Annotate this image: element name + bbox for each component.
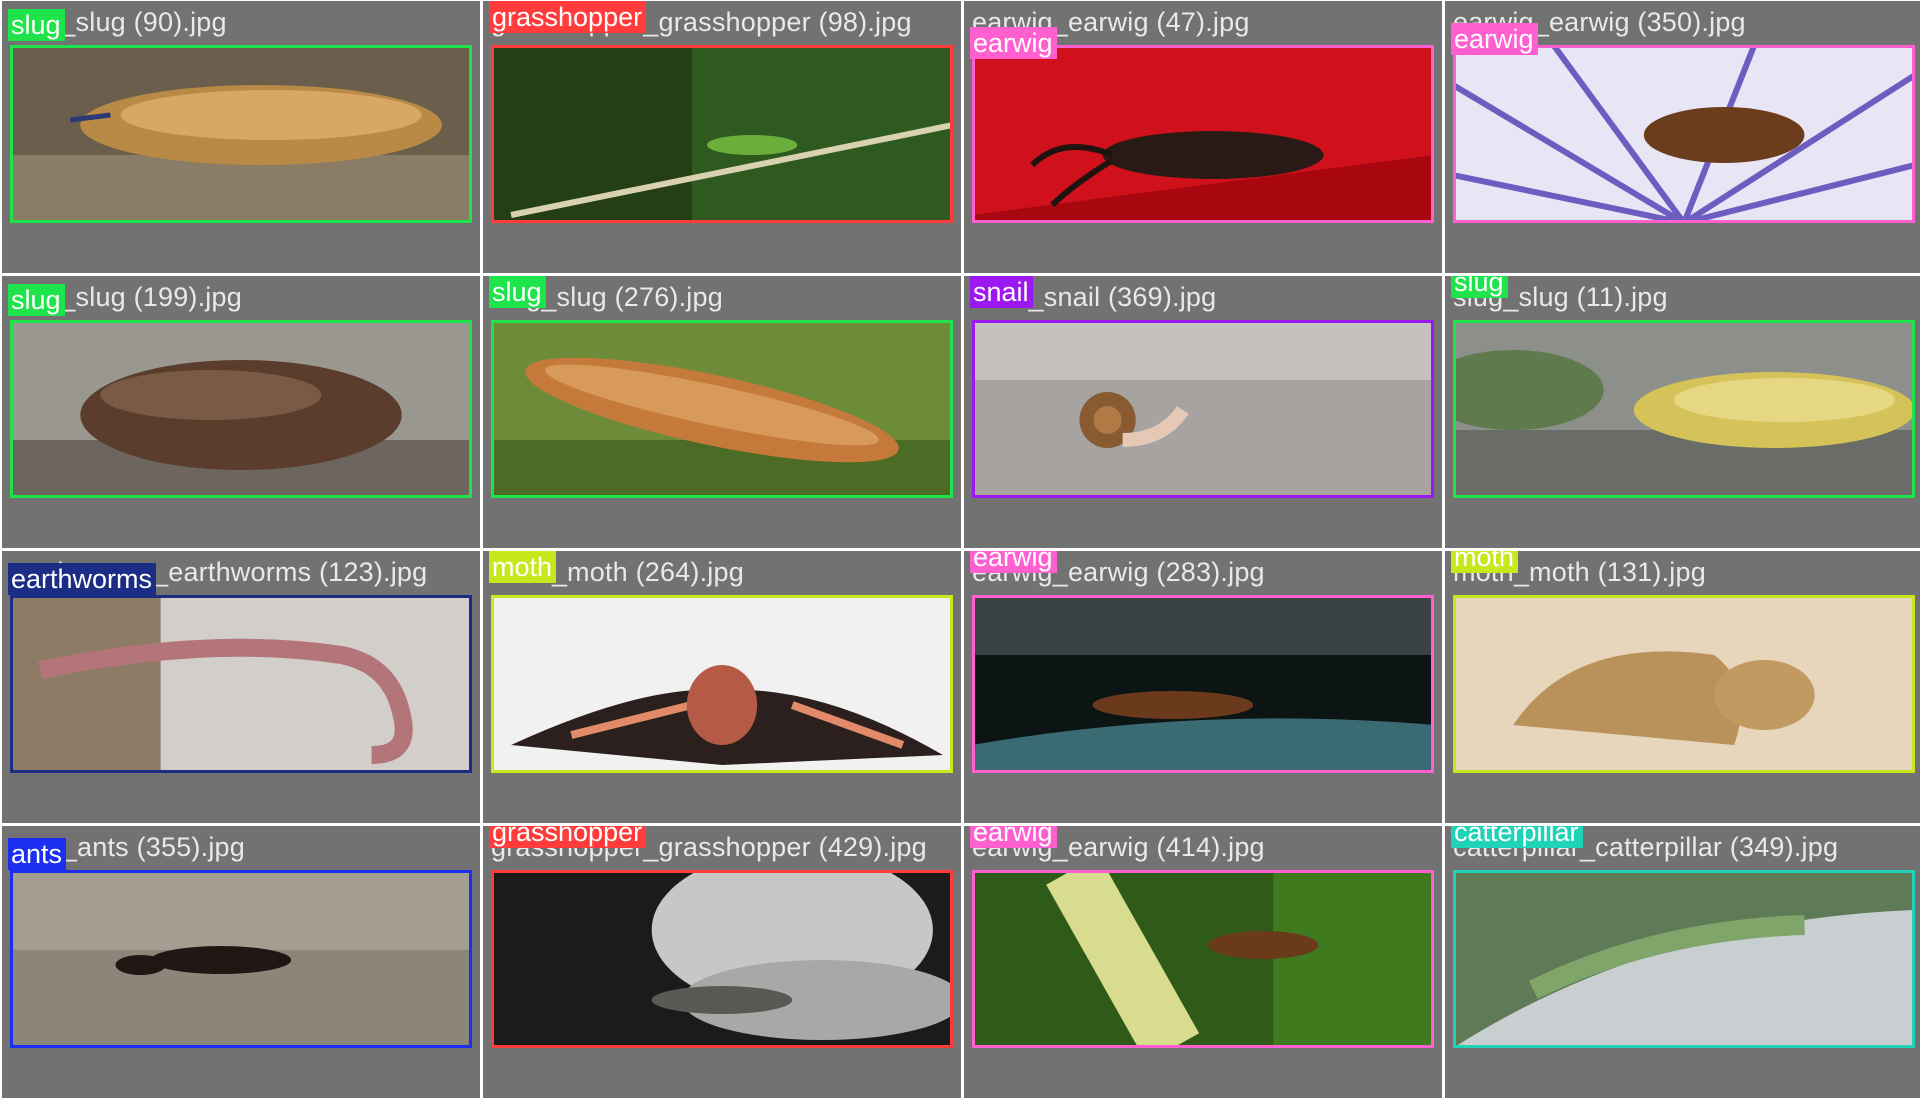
image-tile[interactable]: snail_snail (369).jpg snail: [964, 276, 1442, 548]
class-label: moth: [489, 551, 557, 583]
image-tile[interactable]: earthworms_earthworms (123).jpg earthwor…: [2, 551, 480, 823]
earwig-photo: [972, 45, 1434, 223]
moth-photo: [491, 595, 953, 773]
earthworms-photo: [10, 595, 472, 773]
class-label: snail: [970, 276, 1033, 308]
image-tile[interactable]: grasshopper_grasshopper (429).jpg grassh…: [483, 826, 961, 1098]
class-label: slug: [1451, 276, 1508, 298]
image-tile[interactable]: slug_slug (276).jpg slug: [483, 276, 961, 548]
class-label: moth: [1451, 551, 1519, 573]
earwig-photo: [972, 870, 1434, 1048]
image-tile[interactable]: earwig_earwig (283).jpg earwig: [964, 551, 1442, 823]
earwig-photo: [1453, 45, 1915, 223]
class-label: slug: [489, 276, 546, 308]
class-label: ants: [8, 838, 67, 870]
image-tile[interactable]: earwig_earwig (47).jpg earwig: [964, 1, 1442, 273]
image-tile[interactable]: ants_ants (355).jpg ants: [2, 826, 480, 1098]
class-label: grasshopper: [489, 1, 647, 33]
class-label: earwig: [970, 551, 1057, 573]
grasshopper-photo: [491, 870, 953, 1048]
ants-photo: [10, 870, 472, 1048]
image-tile[interactable]: catterpillar_catterpillar (349).jpg catt…: [1445, 826, 1920, 1098]
class-label: slug: [8, 9, 65, 41]
image-tile[interactable]: moth_moth (264).jpg moth: [483, 551, 961, 823]
image-tile[interactable]: slug_slug (90).jpg slug: [2, 1, 480, 273]
catterpillar-photo: [1453, 870, 1915, 1048]
image-tile[interactable]: earwig_earwig (414).jpg earwig: [964, 826, 1442, 1098]
image-tile[interactable]: earwig_earwig (350).jpg earwig: [1445, 1, 1920, 273]
class-label: catterpillar: [1451, 826, 1583, 848]
grasshopper-photo: [491, 45, 953, 223]
class-label: grasshopper: [489, 826, 647, 848]
class-label: earwig: [970, 826, 1057, 848]
class-label: earthworms: [8, 563, 157, 595]
image-tile[interactable]: moth_moth (131).jpg moth: [1445, 551, 1920, 823]
slug-photo: [491, 320, 953, 498]
class-label: earwig: [1451, 23, 1538, 55]
image-tile[interactable]: grasshopper_grasshopper (98).jpg grassho…: [483, 1, 961, 273]
slug-photo: [1453, 320, 1915, 498]
image-grid: slug_slug (90).jpg slug grasshopper_gras…: [0, 0, 1920, 1100]
slug-photo: [10, 320, 472, 498]
image-tile[interactable]: slug_slug (11).jpg slug: [1445, 276, 1920, 548]
class-label: slug: [8, 284, 65, 316]
class-label: earwig: [970, 27, 1057, 59]
slug-photo: [10, 45, 472, 223]
snail-photo: [972, 320, 1434, 498]
moth-photo: [1453, 595, 1915, 773]
image-tile[interactable]: slug_slug (199).jpg slug: [2, 276, 480, 548]
earwig-photo: [972, 595, 1434, 773]
